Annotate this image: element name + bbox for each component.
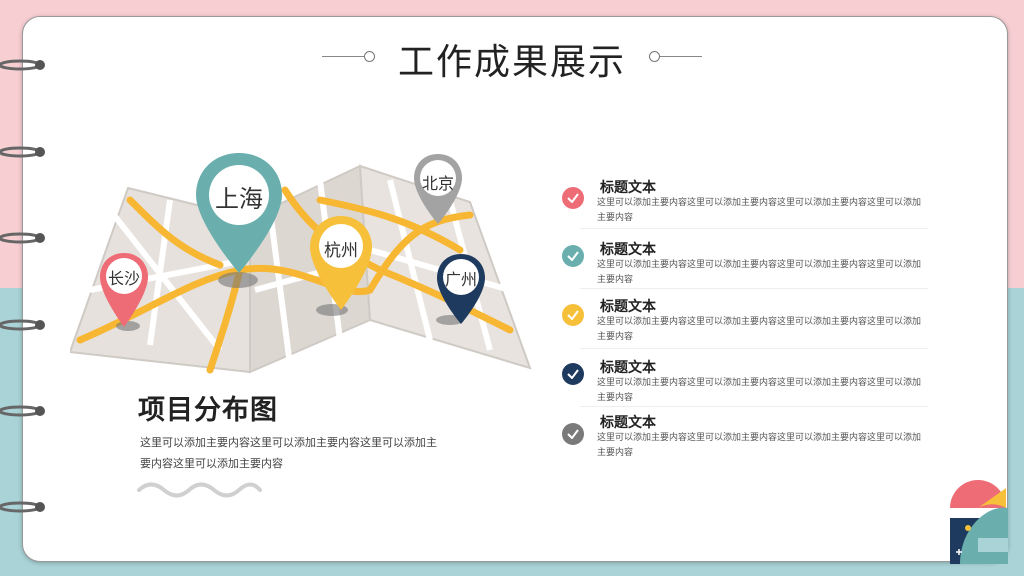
ring-icon xyxy=(0,146,45,158)
wave-decoration-icon xyxy=(137,482,262,498)
check-circle-icon xyxy=(562,363,584,385)
location-pin-icon xyxy=(100,253,148,327)
title-row: 工作成果展示 xyxy=(0,40,1024,88)
divider xyxy=(580,406,928,407)
summary-title: 项目分布图 xyxy=(138,395,278,426)
pin-label-shanghai: 上海 xyxy=(215,185,263,213)
check-circle-icon xyxy=(562,423,584,445)
item-title: 标题文本 xyxy=(600,415,656,431)
check-circle-icon xyxy=(562,187,584,209)
corner-decoration-icon xyxy=(950,480,1008,564)
pin-label-guangzhou: 广州 xyxy=(444,270,477,289)
pin-label-changsha: 长沙 xyxy=(107,269,140,288)
item-text: 这里可以添加主要内容这里可以添加主要内容这里可以添加主要内容这里可以添加主要内容 xyxy=(597,260,922,285)
ring-icon xyxy=(0,319,45,331)
item-text: 这里可以添加主要内容这里可以添加主要内容这里可以添加主要内容这里可以添加主要内容 xyxy=(597,198,922,223)
item-text: 这里可以添加主要内容这里可以添加主要内容这里可以添加主要内容这里可以添加主要内容 xyxy=(597,378,922,403)
item-title: 标题文本 xyxy=(600,299,656,315)
item-text: 这里可以添加主要内容这里可以添加主要内容这里可以添加主要内容这里可以添加主要内容 xyxy=(597,433,922,458)
ring-icon xyxy=(0,232,45,244)
item-text: 这里可以添加主要内容这里可以添加主要内容这里可以添加主要内容这里可以添加主要内容 xyxy=(597,317,922,342)
check-circle-icon xyxy=(562,304,584,326)
title-decoration-line-right xyxy=(660,56,702,57)
title-decoration-circle-right xyxy=(649,51,660,62)
page-title: 工作成果展示 xyxy=(397,42,626,83)
check-circle-icon xyxy=(562,245,584,267)
ring-icon xyxy=(0,501,45,513)
pin-label-hangzhou: 杭州 xyxy=(324,241,358,261)
summary-text: 这里可以添加主要内容这里可以添加主要内容这里可以添加主要内容这里可以添加主要内容 xyxy=(140,436,437,470)
pin-label-beijing: 北京 xyxy=(421,174,454,193)
item-title: 标题文本 xyxy=(600,242,656,258)
map-illustration: 上海 北京 杭州 长沙 广州 xyxy=(68,140,540,380)
ring-icon xyxy=(0,405,45,417)
divider xyxy=(580,348,928,349)
location-pin-icon xyxy=(310,216,372,310)
item-title: 标题文本 xyxy=(600,180,656,196)
divider xyxy=(580,228,928,229)
item-title: 标题文本 xyxy=(600,360,656,376)
divider xyxy=(580,288,928,289)
